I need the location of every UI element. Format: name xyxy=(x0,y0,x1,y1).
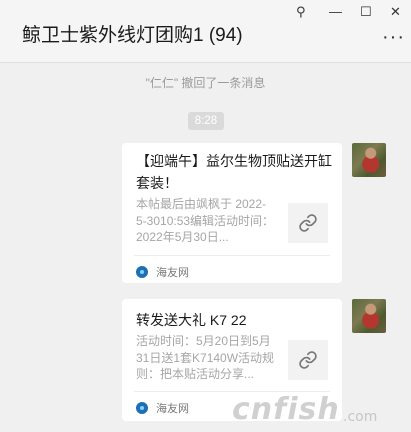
source-name: 海友网 xyxy=(156,267,189,279)
source-logo-icon xyxy=(136,402,148,414)
card-divider xyxy=(134,255,330,256)
link-icon xyxy=(299,214,317,232)
more-options-icon[interactable]: ··· xyxy=(382,27,405,47)
source-logo-icon xyxy=(136,266,148,278)
pin-icon[interactable]: ⚲ xyxy=(296,4,306,20)
link-thumbnail xyxy=(288,203,328,243)
link-thumbnail xyxy=(288,340,328,380)
watermark: cnfish xyxy=(232,392,340,427)
maximize-icon[interactable]: ☐ xyxy=(360,4,372,20)
watermark-suffix: .com xyxy=(343,409,378,425)
close-icon[interactable]: ✕ xyxy=(390,4,401,20)
chat-title: 鲸卫士紫外线灯团购1 (94) xyxy=(22,25,243,46)
recall-notice: "仁仁" 撤回了一条消息 xyxy=(145,76,266,90)
source-name: 海友网 xyxy=(156,403,189,415)
sender-avatar[interactable] xyxy=(352,143,386,177)
link-card-title: 【迎端午】益尔生物顶贴送开缸套装！ xyxy=(136,153,332,191)
message-timestamp: 8:28 xyxy=(188,112,224,130)
link-source: 海友网 xyxy=(136,400,189,416)
minimize-icon[interactable]: — xyxy=(329,4,342,20)
chat-header: 鲸卫士紫外线灯团购1 (94) ⚲ — ☐ ✕ ··· xyxy=(0,0,411,63)
sender-avatar[interactable] xyxy=(352,299,386,333)
link-card[interactable]: 【迎端午】益尔生物顶贴送开缸套装！ 本帖最后由飒枫于 2022-5-3010:5… xyxy=(122,143,342,283)
link-card-description: 本帖最后由飒枫于 2022-5-3010:53编辑活动时间：2022年5月30日… xyxy=(136,197,275,244)
link-card-description: 活动时间：5月20日到5月31日送1套K7140W活动规则：把本贴活动分享... xyxy=(136,334,275,381)
link-source: 海友网 xyxy=(136,264,189,280)
link-icon xyxy=(299,351,317,369)
link-card-title: 转发送大礼 K7 22 xyxy=(136,312,247,328)
